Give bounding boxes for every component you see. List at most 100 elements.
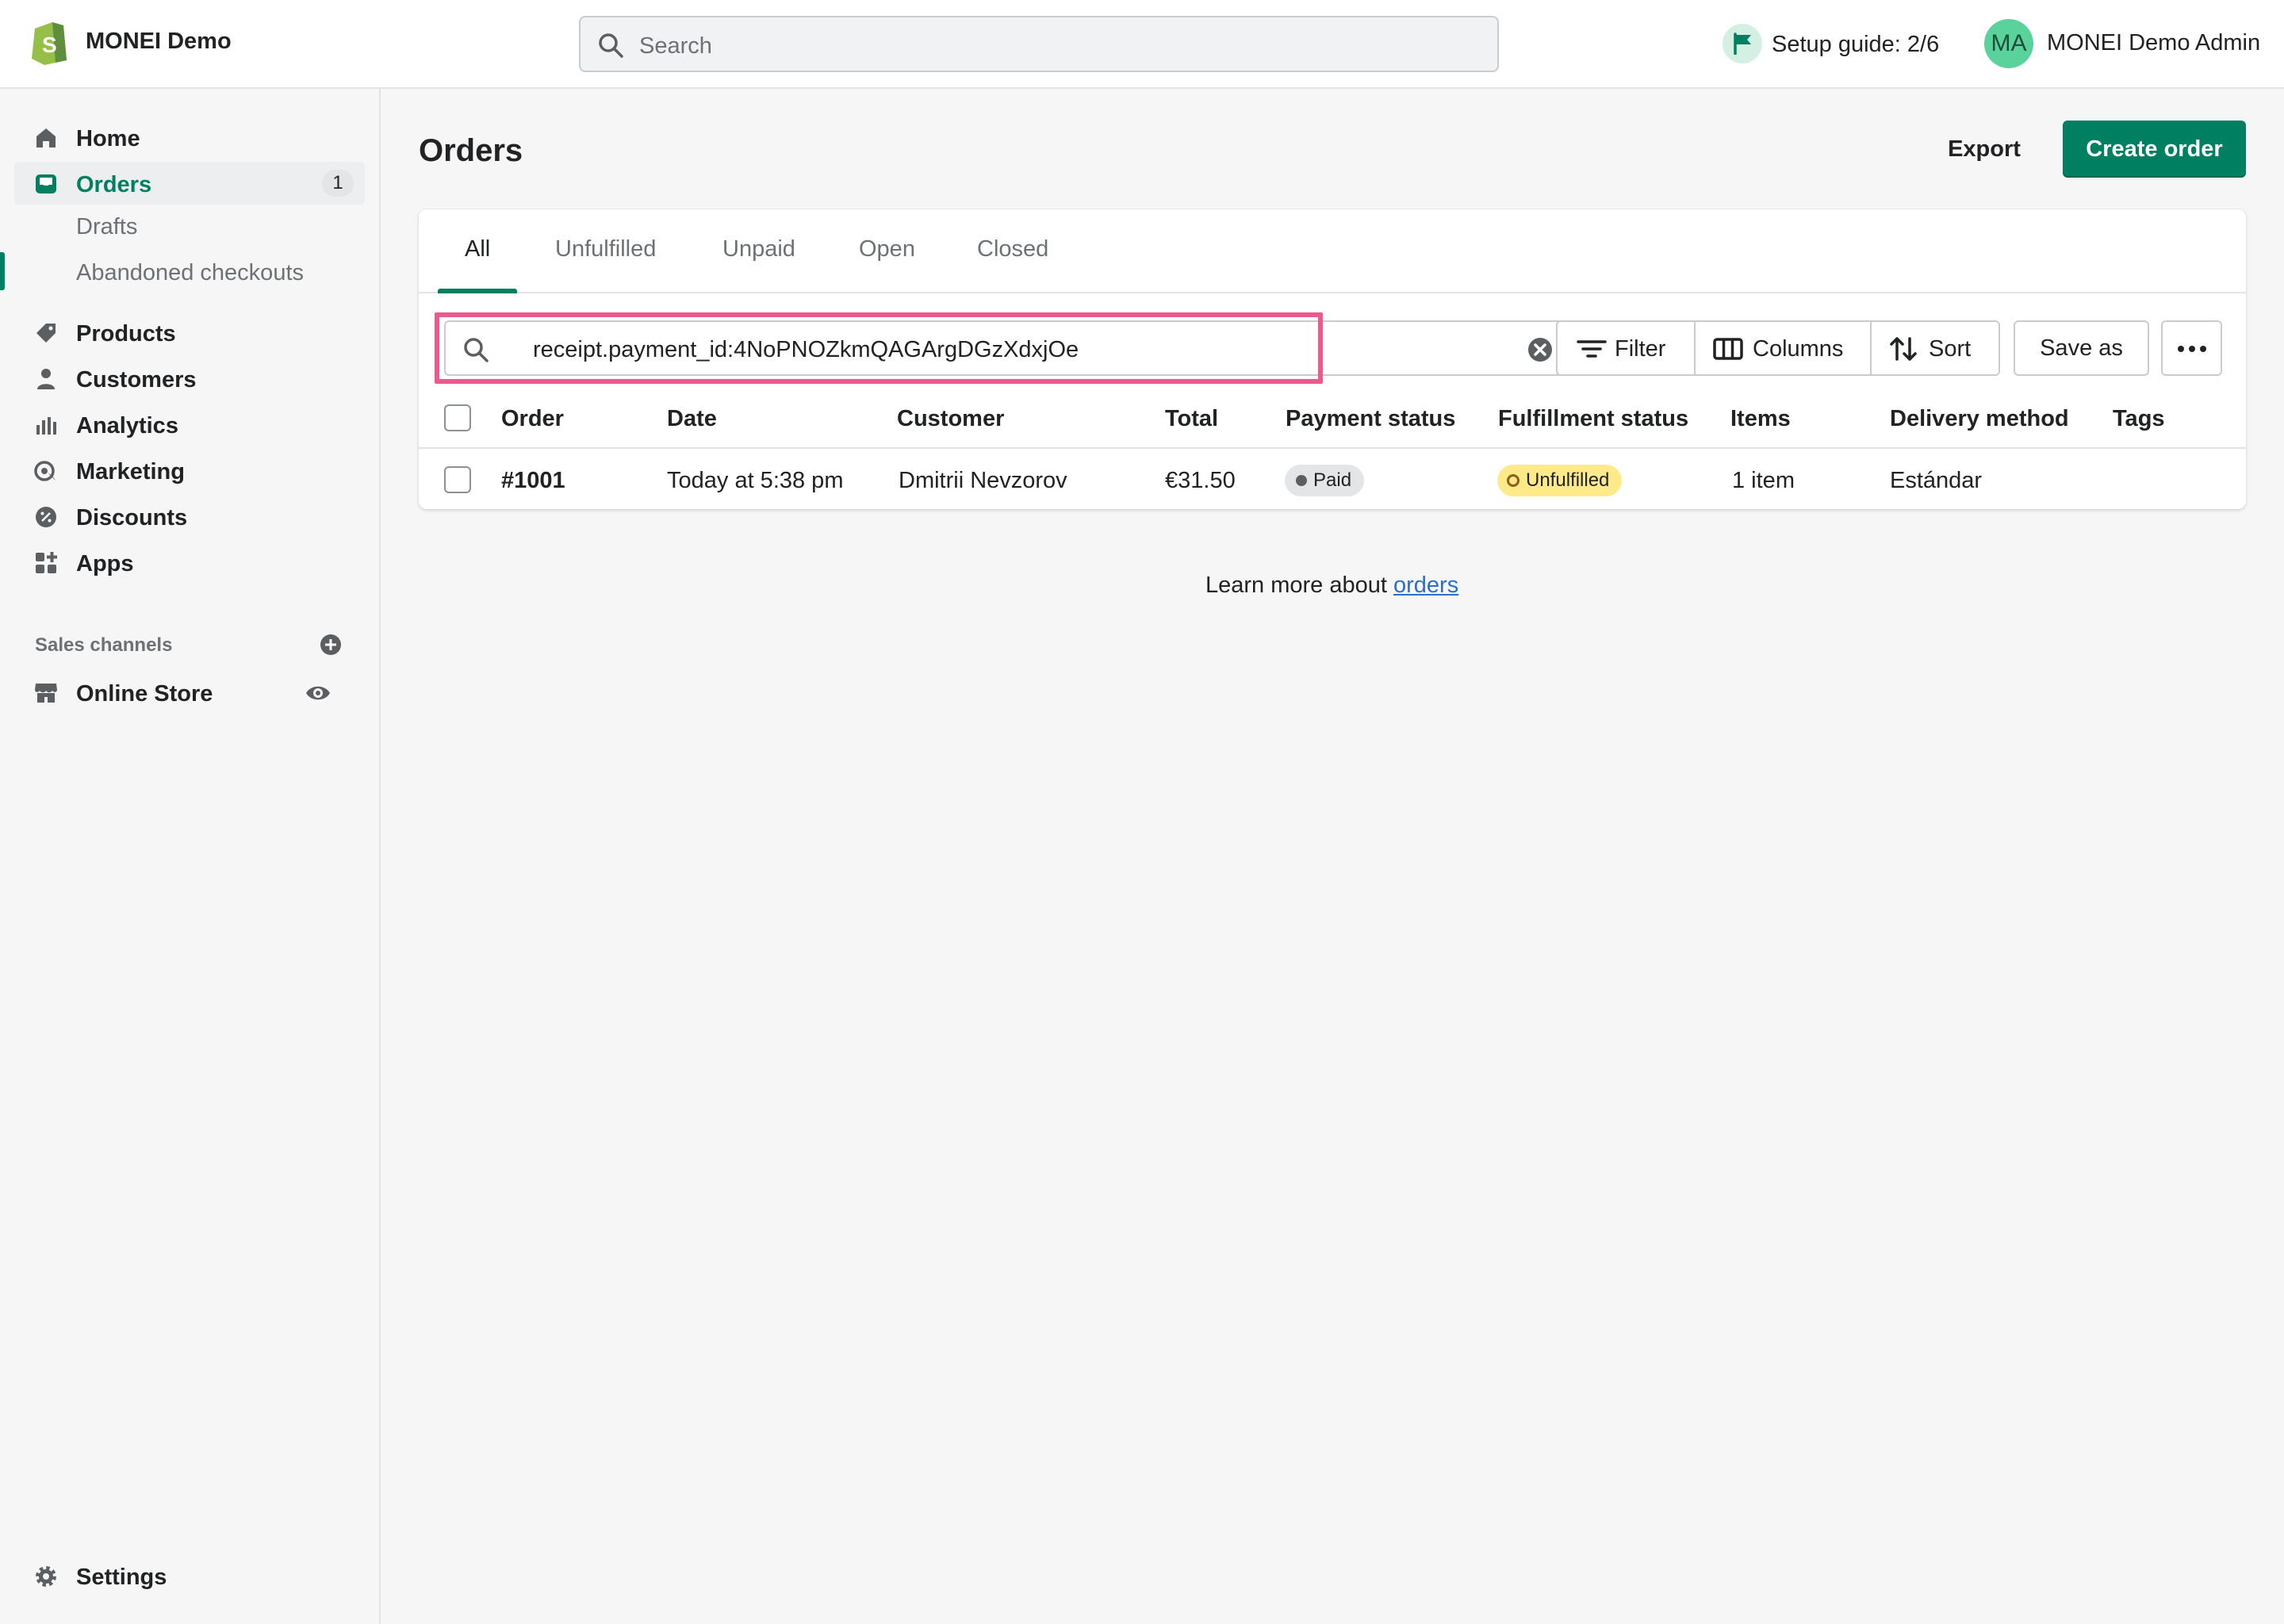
sales-channels-heading: Sales channels bbox=[35, 634, 173, 656]
orders-tabs: All Unfulfilled Unpaid Open Closed bbox=[419, 209, 2246, 293]
row-checkbox[interactable] bbox=[444, 466, 471, 493]
active-tab-indicator bbox=[438, 289, 517, 293]
more-horizontal-icon bbox=[2178, 346, 2206, 352]
column-header-total[interactable]: Total bbox=[1165, 406, 1218, 432]
sidebar-item-label: Home bbox=[76, 126, 140, 151]
setup-guide-label: Setup guide: 2/6 bbox=[1772, 32, 1940, 57]
tab-open[interactable]: Open bbox=[859, 236, 915, 262]
sidebar-item-marketing[interactable]: Marketing bbox=[14, 449, 365, 492]
table-header: Order Date Customer Total Payment status… bbox=[419, 389, 2246, 449]
page-title: Orders bbox=[419, 133, 523, 168]
payment-status-badge: Paid bbox=[1285, 465, 1365, 496]
add-sales-channel-icon[interactable] bbox=[319, 633, 343, 657]
search-icon bbox=[599, 33, 623, 58]
tab-unpaid[interactable]: Unpaid bbox=[722, 236, 795, 262]
payment-status-text: Paid bbox=[1313, 469, 1352, 491]
filter-label: Filter bbox=[1615, 336, 1666, 362]
person-icon bbox=[37, 369, 55, 389]
analytics-icon bbox=[36, 417, 56, 435]
apps-icon bbox=[36, 552, 57, 573]
eye-icon[interactable] bbox=[305, 680, 331, 707]
tag-icon bbox=[36, 324, 56, 343]
sidebar-item-discounts[interactable]: Discounts bbox=[14, 495, 365, 538]
sort-button[interactable]: Sort bbox=[1872, 322, 1998, 374]
order-date: Today at 5:38 pm bbox=[667, 468, 844, 493]
order-items[interactable]: 1 item bbox=[1732, 468, 1795, 494]
column-header-order[interactable]: Order bbox=[501, 406, 564, 432]
orders-card: All Unfulfilled Unpaid Open Closed recei… bbox=[419, 209, 2246, 509]
search-placeholder: Search bbox=[639, 33, 712, 59]
column-header-items[interactable]: Items bbox=[1730, 406, 1791, 432]
table-actions-group: Filter Columns Sort bbox=[1556, 320, 2000, 376]
sidebar-item-home[interactable]: Home bbox=[14, 116, 365, 159]
global-search-input[interactable]: Search bbox=[579, 16, 1499, 72]
clear-search-icon[interactable] bbox=[1526, 335, 1554, 364]
sidebar-item-orders[interactable]: Orders 1 bbox=[14, 162, 365, 205]
select-all-checkbox[interactable] bbox=[444, 404, 471, 431]
columns-button[interactable]: Columns bbox=[1696, 322, 1870, 374]
sidebar-item-label: Marketing bbox=[76, 459, 185, 485]
sort-icon bbox=[1890, 337, 1917, 361]
sidebar: Home Orders 1 Drafts Abandoned checkouts… bbox=[0, 89, 381, 1624]
orders-icon bbox=[36, 174, 56, 193]
sidebar-item-apps[interactable]: Apps bbox=[14, 541, 365, 584]
sidebar-item-label: Orders bbox=[76, 172, 152, 197]
column-header-tags[interactable]: Tags bbox=[2113, 406, 2165, 432]
create-order-button[interactable]: Create order bbox=[2063, 121, 2246, 178]
save-as-button[interactable]: Save as bbox=[2014, 320, 2149, 376]
column-header-customer[interactable]: Customer bbox=[897, 406, 1004, 432]
columns-icon bbox=[1713, 338, 1743, 360]
filter-button[interactable]: Filter bbox=[1558, 322, 1694, 374]
sidebar-item-label: Customers bbox=[76, 367, 197, 393]
marketing-icon bbox=[34, 461, 56, 481]
more-actions-button[interactable] bbox=[2161, 320, 2222, 376]
status-dot-icon bbox=[1296, 475, 1307, 486]
sidebar-item-products[interactable]: Products bbox=[14, 311, 365, 354]
orders-help-link[interactable]: orders bbox=[1393, 573, 1458, 598]
status-ring-icon bbox=[1507, 474, 1519, 487]
home-icon bbox=[36, 128, 56, 147]
order-total: €31.50 bbox=[1165, 468, 1236, 493]
column-header-fulfillment-status[interactable]: Fulfillment status bbox=[1498, 406, 1688, 432]
sidebar-item-label: Products bbox=[76, 321, 176, 347]
filter-icon bbox=[1577, 340, 1607, 358]
sidebar-item-label: Online Store bbox=[76, 681, 213, 707]
sidebar-item-online-store[interactable]: Online Store bbox=[14, 671, 365, 714]
tab-closed[interactable]: Closed bbox=[977, 236, 1048, 262]
store-name[interactable]: MONEI Demo bbox=[86, 29, 232, 55]
order-delivery-method: Estándar bbox=[1890, 468, 1983, 493]
top-bar: S MONEI Demo Search Setup guide: 2/6 MA … bbox=[0, 0, 2284, 89]
admin-name[interactable]: MONEI Demo Admin bbox=[2047, 30, 2260, 56]
sidebar-item-label: Apps bbox=[76, 551, 134, 576]
sidebar-item-settings[interactable]: Settings bbox=[14, 1554, 365, 1597]
sidebar-subitem-drafts[interactable]: Drafts bbox=[76, 214, 137, 240]
active-indicator bbox=[0, 252, 5, 290]
tab-all[interactable]: All bbox=[465, 236, 490, 262]
columns-label: Columns bbox=[1753, 336, 1844, 362]
avatar[interactable]: MA bbox=[1984, 19, 2033, 68]
tab-unfulfilled[interactable]: Unfulfilled bbox=[555, 236, 656, 262]
sidebar-item-customers[interactable]: Customers bbox=[14, 357, 365, 400]
order-customer[interactable]: Dmitrii Nevzorov bbox=[899, 468, 1067, 494]
order-number[interactable]: #1001 bbox=[501, 468, 565, 494]
column-header-delivery-method[interactable]: Delivery method bbox=[1890, 406, 2069, 432]
export-button[interactable]: Export bbox=[1935, 121, 2033, 178]
orders-search-input[interactable]: receipt.payment_id:4NoPNOZkmQAGArgDGzXdx… bbox=[444, 320, 1569, 376]
column-header-date[interactable]: Date bbox=[667, 406, 717, 432]
search-icon bbox=[464, 338, 489, 362]
learn-more-text: Learn more about orders bbox=[1205, 573, 1458, 599]
fulfillment-status-text: Unfulfilled bbox=[1526, 469, 1610, 491]
sidebar-item-label: Analytics bbox=[76, 413, 178, 439]
sidebar-item-label: Settings bbox=[76, 1565, 167, 1590]
column-header-payment-status[interactable]: Payment status bbox=[1286, 406, 1455, 432]
learn-more-prefix: Learn more about bbox=[1205, 573, 1387, 598]
sidebar-item-analytics[interactable]: Analytics bbox=[14, 403, 365, 446]
sidebar-item-label: Discounts bbox=[76, 505, 188, 530]
sort-label: Sort bbox=[1929, 336, 1972, 362]
store-icon bbox=[35, 684, 57, 703]
search-query-text: receipt.payment_id:4NoPNOZkmQAGArgDGzXdx… bbox=[533, 337, 1079, 362]
shopify-logo-icon[interactable]: S bbox=[29, 17, 70, 65]
table-row[interactable]: #1001 Today at 5:38 pm Dmitrii Nevzorov … bbox=[419, 449, 2246, 509]
sidebar-subitem-abandoned-checkouts[interactable]: Abandoned checkouts bbox=[76, 260, 304, 286]
orders-count-badge: 1 bbox=[322, 170, 354, 197]
